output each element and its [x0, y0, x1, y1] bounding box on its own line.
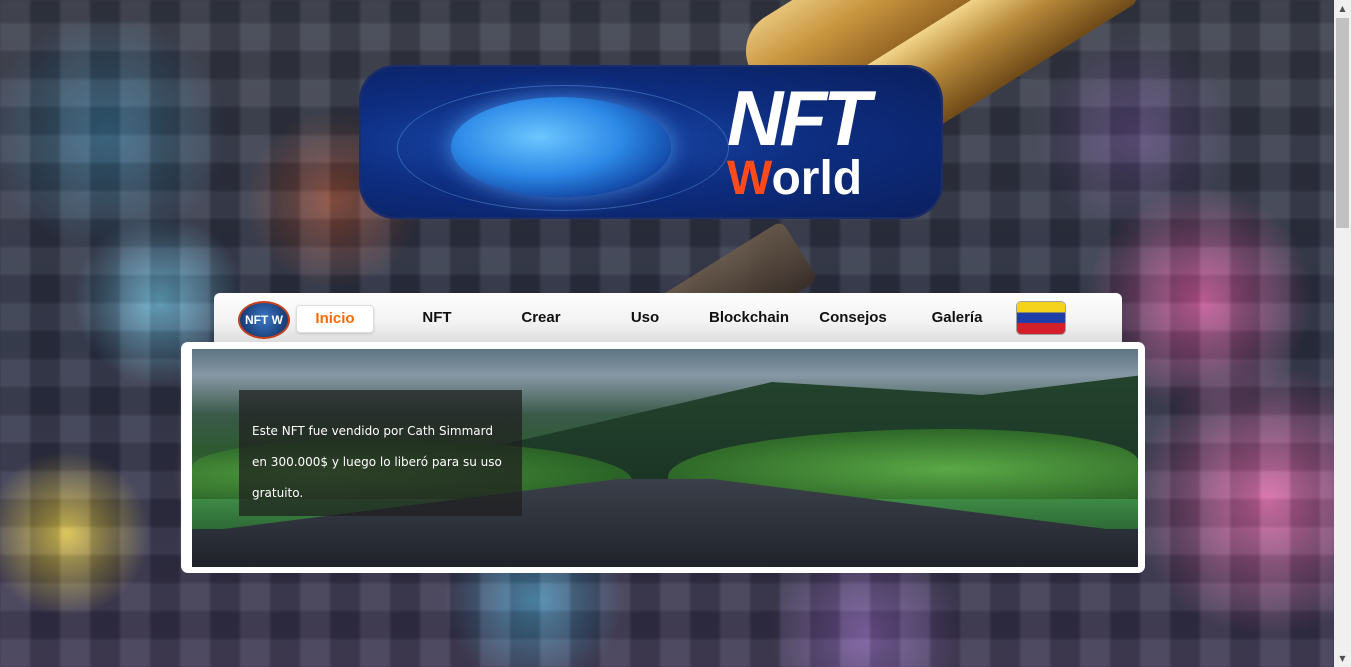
slide-caption: Este NFT fue vendido por Cath Simmard en… — [239, 390, 522, 516]
main-navigation: NFT W Inicio NFT Crear Uso Blockchain Co… — [214, 293, 1122, 343]
flag-icon[interactable] — [1017, 302, 1065, 334]
logo-world-rest: orld — [771, 152, 863, 205]
nav-item-consejos[interactable]: Consejos — [814, 305, 892, 331]
nav-item-uso[interactable]: Uso — [606, 305, 684, 331]
scroll-thumb[interactable] — [1336, 18, 1349, 228]
nav-item-inicio[interactable]: Inicio — [296, 305, 374, 333]
slide-image[interactable]: Este NFT fue vendido por Cath Simmard en… — [192, 349, 1138, 567]
image-slider: Este NFT fue vendido por Cath Simmard en… — [181, 342, 1145, 573]
nav-item-nft[interactable]: NFT — [398, 305, 476, 331]
nav-item-blockchain[interactable]: Blockchain — [704, 305, 794, 331]
nav-item-galeria[interactable]: Galería — [918, 305, 996, 331]
logo-title-world: World — [727, 151, 862, 206]
vertical-scrollbar[interactable]: ▲ ▼ — [1334, 0, 1351, 667]
nav-logo-icon[interactable]: NFT W — [238, 301, 290, 339]
globe-icon — [451, 97, 671, 197]
nav-item-crear[interactable]: Crear — [502, 305, 580, 331]
scroll-down-icon[interactable]: ▼ — [1334, 650, 1351, 667]
logo-world-w: W — [727, 152, 772, 205]
site-logo[interactable]: NFT World — [361, 67, 941, 217]
scroll-up-icon[interactable]: ▲ — [1334, 0, 1351, 17]
